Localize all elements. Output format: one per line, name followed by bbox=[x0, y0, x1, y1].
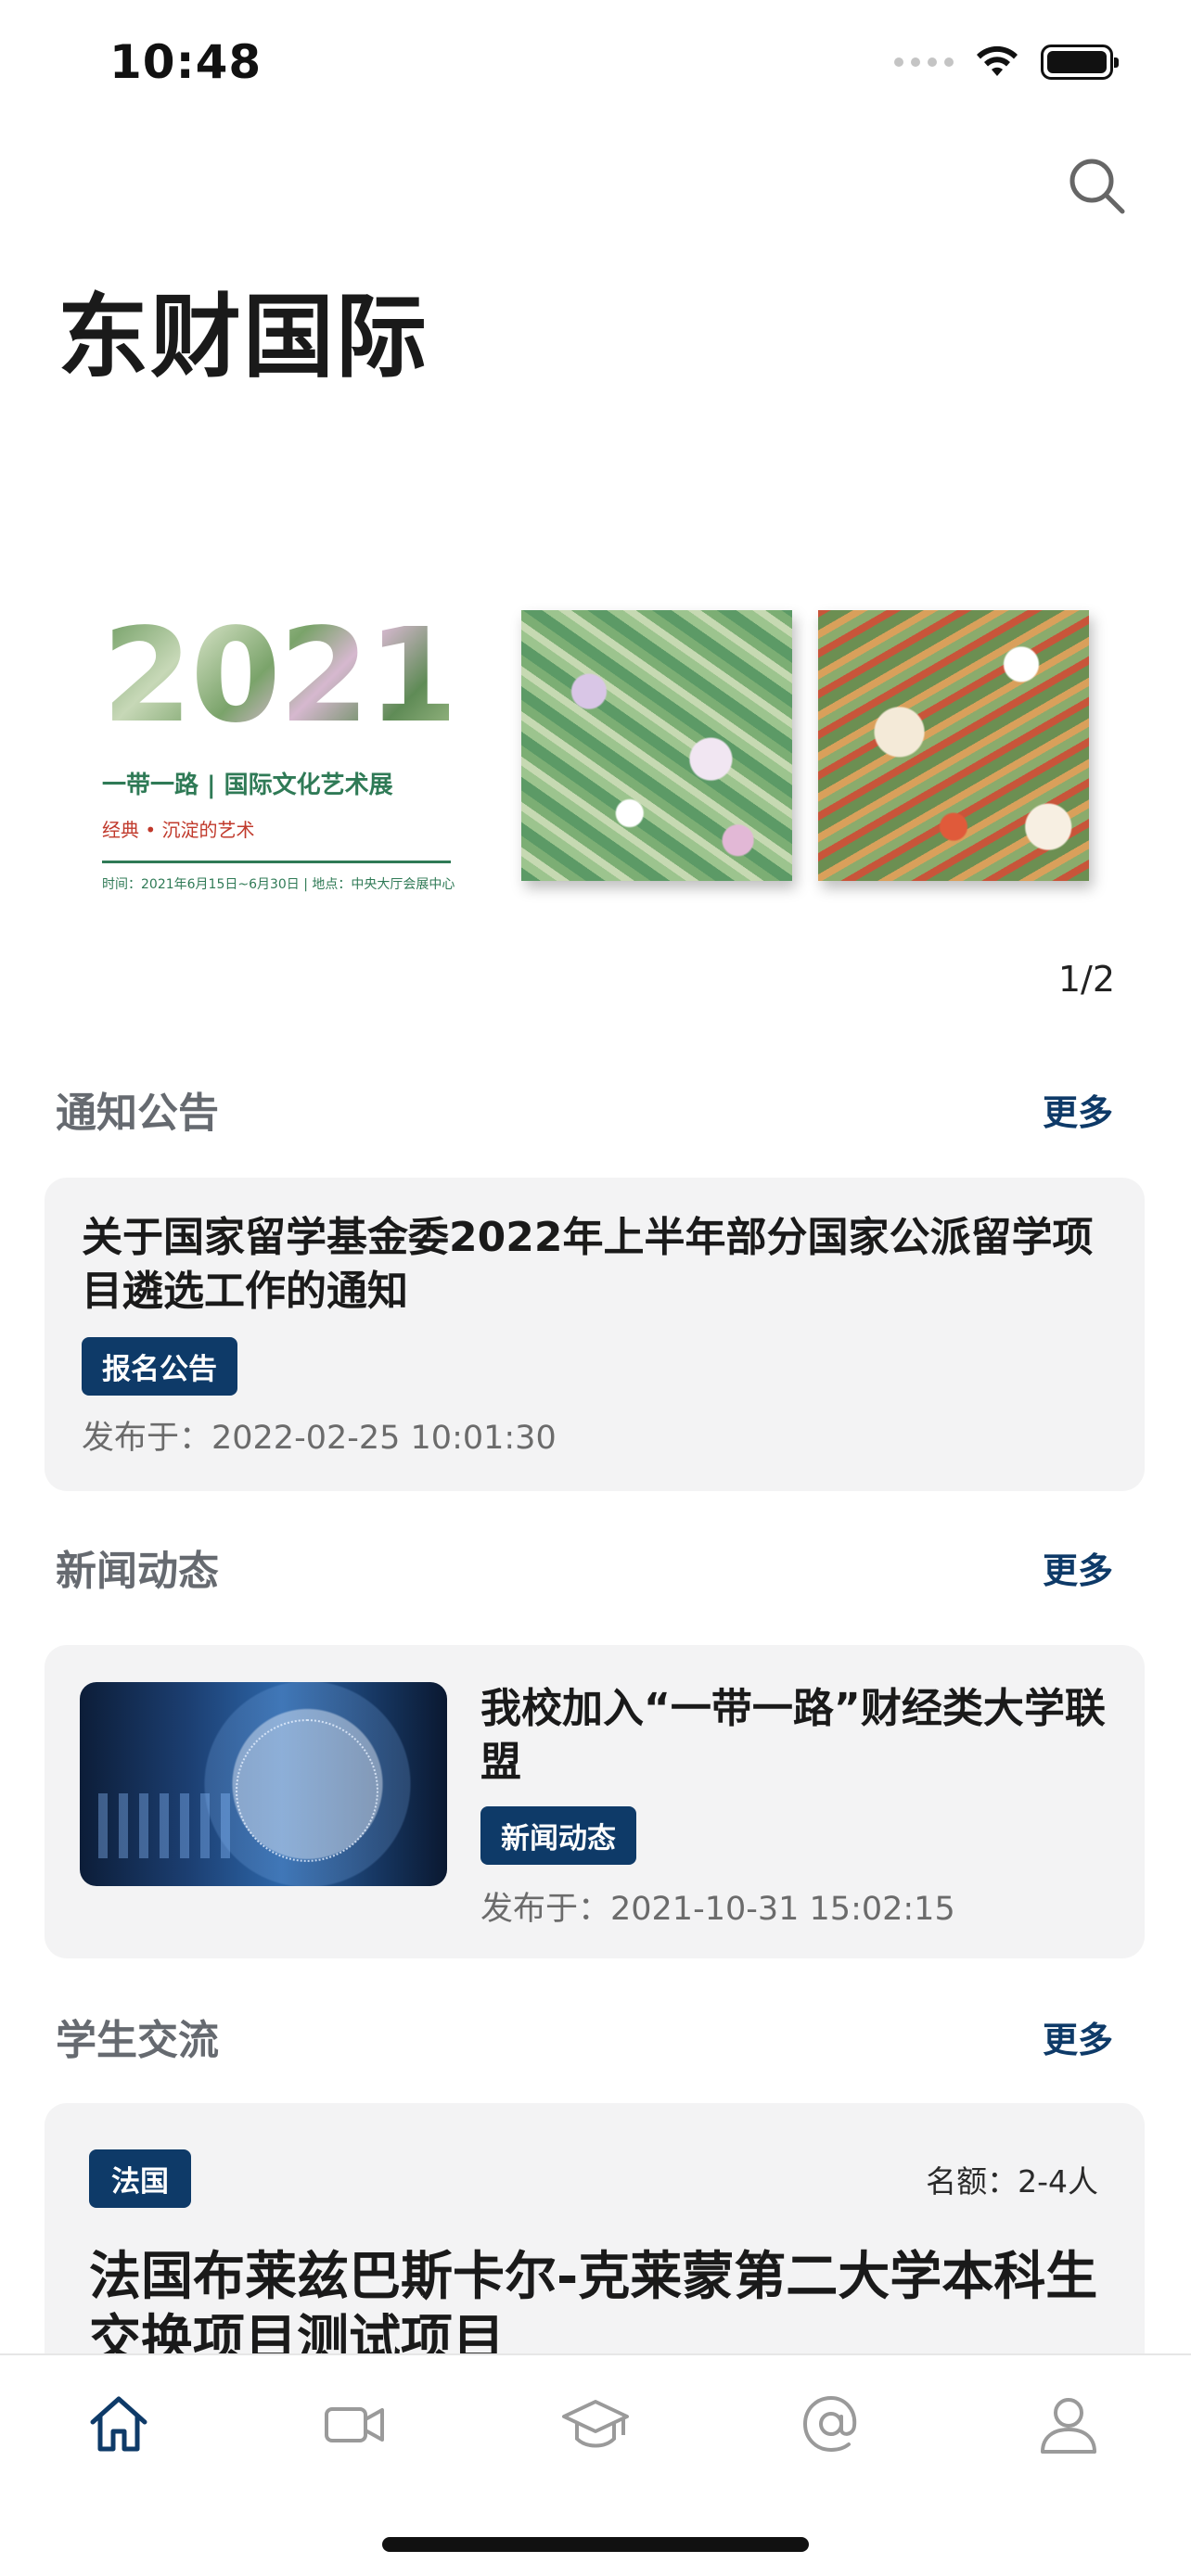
poster-details: 时间：2021年6月15日~6月30日 | 地点：中央大厅会展中心 bbox=[102, 877, 455, 892]
graduation-cap-icon bbox=[562, 2400, 629, 2448]
battery-icon bbox=[1041, 45, 1119, 80]
carousel-page-indicator: 1/2 bbox=[1057, 959, 1115, 1000]
poster-subtitle: 一带一路 | 国际文化艺术展 bbox=[102, 772, 393, 799]
section-title: 学生交流 bbox=[56, 2017, 219, 2064]
section-title: 新闻动态 bbox=[56, 1548, 219, 1595]
home-icon bbox=[90, 2396, 147, 2452]
status-icons bbox=[894, 45, 1119, 80]
exchange-more-link[interactable]: 更多 bbox=[1043, 2011, 1113, 2062]
news-tag: 新闻动态 bbox=[480, 1806, 636, 1865]
exhibition-poster: 2021 一带一路 | 国际文化艺术展 经典 • 沉淀的艺术 时间：2021年6… bbox=[102, 612, 464, 893]
news-thumbnail bbox=[80, 1682, 447, 1886]
status-time: 10:48 bbox=[109, 35, 263, 89]
poster-year: 2021 bbox=[102, 612, 464, 742]
news-more-link[interactable]: 更多 bbox=[1043, 1542, 1113, 1593]
notices-section-header: 通知公告 更多 bbox=[56, 1081, 1113, 1137]
status-bar: 10:48 bbox=[0, 0, 1191, 130]
painting-image bbox=[521, 610, 792, 881]
tab-bar bbox=[0, 2353, 1191, 2576]
quota-label: 名额：2-4人 bbox=[926, 2163, 1098, 2200]
notices-more-link[interactable]: 更多 bbox=[1043, 1084, 1113, 1135]
notice-title: 关于国家留学基金委2022年上半年部分国家公派留学项目遴选工作的通知 bbox=[82, 1214, 1094, 1315]
home-indicator bbox=[382, 2537, 809, 2552]
tab-messages[interactable] bbox=[794, 2387, 868, 2461]
country-tag: 法国 bbox=[89, 2149, 191, 2208]
painting-image bbox=[818, 610, 1089, 881]
news-publish-time: 发布于：2021-10-31 15:02:15 bbox=[480, 1891, 955, 1928]
cellular-signal-icon bbox=[894, 57, 954, 67]
tab-study-abroad[interactable] bbox=[558, 2387, 633, 2461]
user-icon bbox=[1041, 2398, 1096, 2454]
notice-card[interactable]: 关于国家留学基金委2022年上半年部分国家公派留学项目遴选工作的通知 报名公告 … bbox=[45, 1178, 1145, 1491]
section-title: 通知公告 bbox=[56, 1090, 219, 1137]
exchange-card[interactable]: 法国 名额：2-4人 法国布莱兹巴斯卡尔-克莱蒙第二大学本科生交换项目测试项目 bbox=[45, 2103, 1145, 2381]
news-card[interactable]: 我校加入“一带一路”财经类大学联盟 新闻动态 发布于：2021-10-31 15… bbox=[45, 1645, 1145, 1958]
tab-video[interactable] bbox=[317, 2387, 391, 2461]
tab-home[interactable] bbox=[82, 2387, 156, 2461]
search-button[interactable] bbox=[1067, 156, 1128, 217]
tab-profile[interactable] bbox=[1031, 2387, 1106, 2461]
video-icon bbox=[325, 2407, 384, 2442]
banner-carousel[interactable]: 2021 一带一路 | 国际文化艺术展 经典 • 沉淀的艺术 时间：2021年6… bbox=[0, 556, 1191, 1000]
poster-divider bbox=[102, 861, 451, 863]
wifi-icon bbox=[977, 45, 1018, 76]
news-title: 我校加入“一带一路”财经类大学联盟 bbox=[480, 1685, 1106, 1786]
exchange-section-header: 学生交流 更多 bbox=[56, 2009, 1113, 2064]
at-icon bbox=[802, 2395, 857, 2453]
page-title: 东财国际 bbox=[58, 285, 429, 390]
search-icon bbox=[1069, 159, 1125, 214]
notice-publish-time: 发布于：2022-02-25 10:01:30 bbox=[82, 1420, 557, 1457]
poster-tagline: 经典 • 沉淀的艺术 bbox=[102, 819, 255, 841]
news-section-header: 新闻动态 更多 bbox=[56, 1539, 1113, 1595]
notice-tag: 报名公告 bbox=[82, 1337, 237, 1396]
